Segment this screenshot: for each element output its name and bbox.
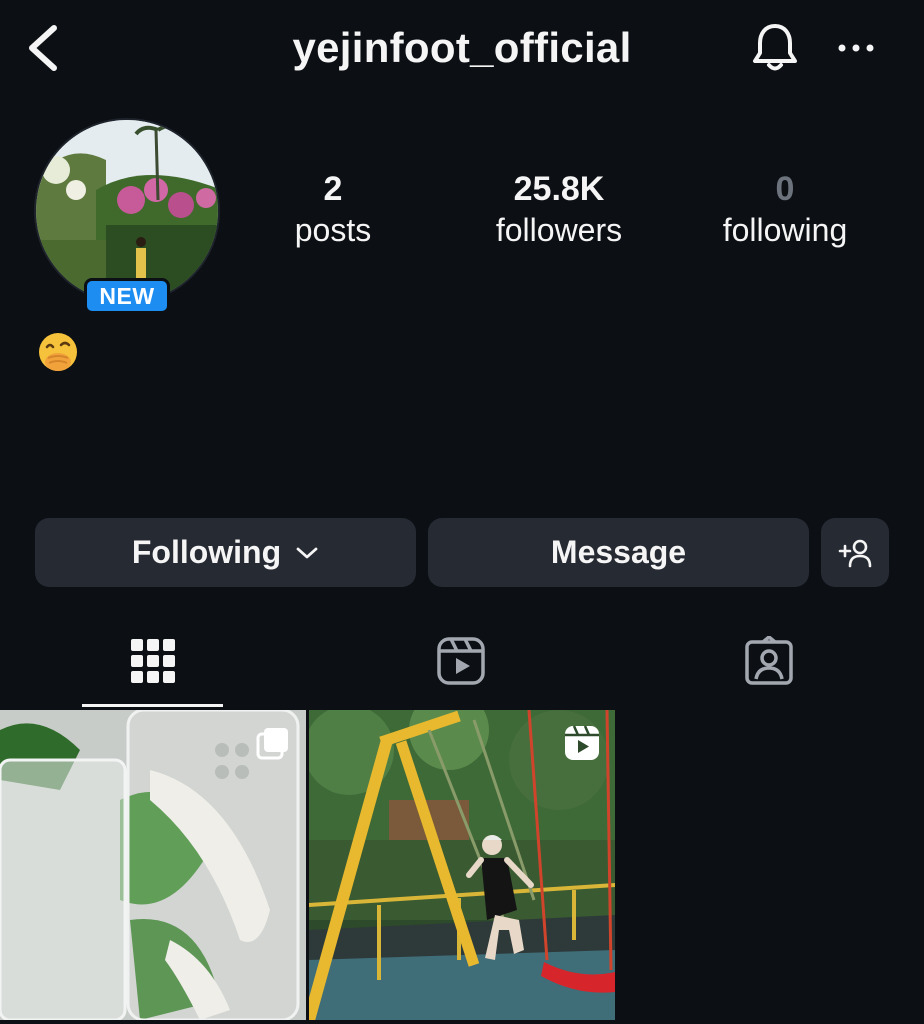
reels-icon (437, 637, 485, 685)
stat-followers-label: followers (495, 212, 623, 248)
add-user-button[interactable] (821, 518, 889, 587)
reels-icon (565, 725, 599, 760)
post-thumbnail[interactable] (0, 710, 306, 1020)
following-button-label: Following (131, 534, 282, 570)
stat-followers-value: 25.8K (513, 170, 605, 208)
stat-following-label: following (722, 212, 848, 248)
add-user-icon (838, 539, 872, 567)
profile-tabs (0, 620, 924, 708)
tab-reels[interactable] (390, 620, 531, 708)
avatar (34, 118, 220, 304)
message-button-label: Message (550, 534, 687, 570)
grid-icon (131, 639, 175, 683)
more-horizontal-icon[interactable] (834, 28, 878, 68)
stat-following-value: 0 (775, 170, 795, 208)
post-thumbnail[interactable] (309, 710, 615, 1020)
new-badge: NEW (84, 278, 170, 314)
carousel-icon (256, 728, 288, 760)
bio-emoji-face-hand-over-mouth (39, 333, 77, 371)
stat-following[interactable]: 0 following (700, 168, 870, 250)
stat-followers[interactable]: 25.8K followers (470, 168, 648, 250)
following-button[interactable]: Following (35, 518, 416, 587)
message-button[interactable]: Message (428, 518, 809, 587)
stat-posts-label: posts (294, 212, 372, 248)
tab-grid[interactable] (82, 620, 223, 708)
chevron-down-icon (296, 547, 318, 558)
bell-icon[interactable] (748, 20, 802, 74)
stat-posts[interactable]: 2 posts (273, 168, 393, 250)
tagged-icon (745, 636, 793, 685)
active-tab-indicator (82, 704, 223, 707)
avatar-image (36, 120, 218, 302)
stat-posts-value: 2 (323, 170, 343, 208)
top-bar: yejinfoot_official (0, 0, 924, 100)
tab-tagged[interactable] (698, 620, 839, 708)
